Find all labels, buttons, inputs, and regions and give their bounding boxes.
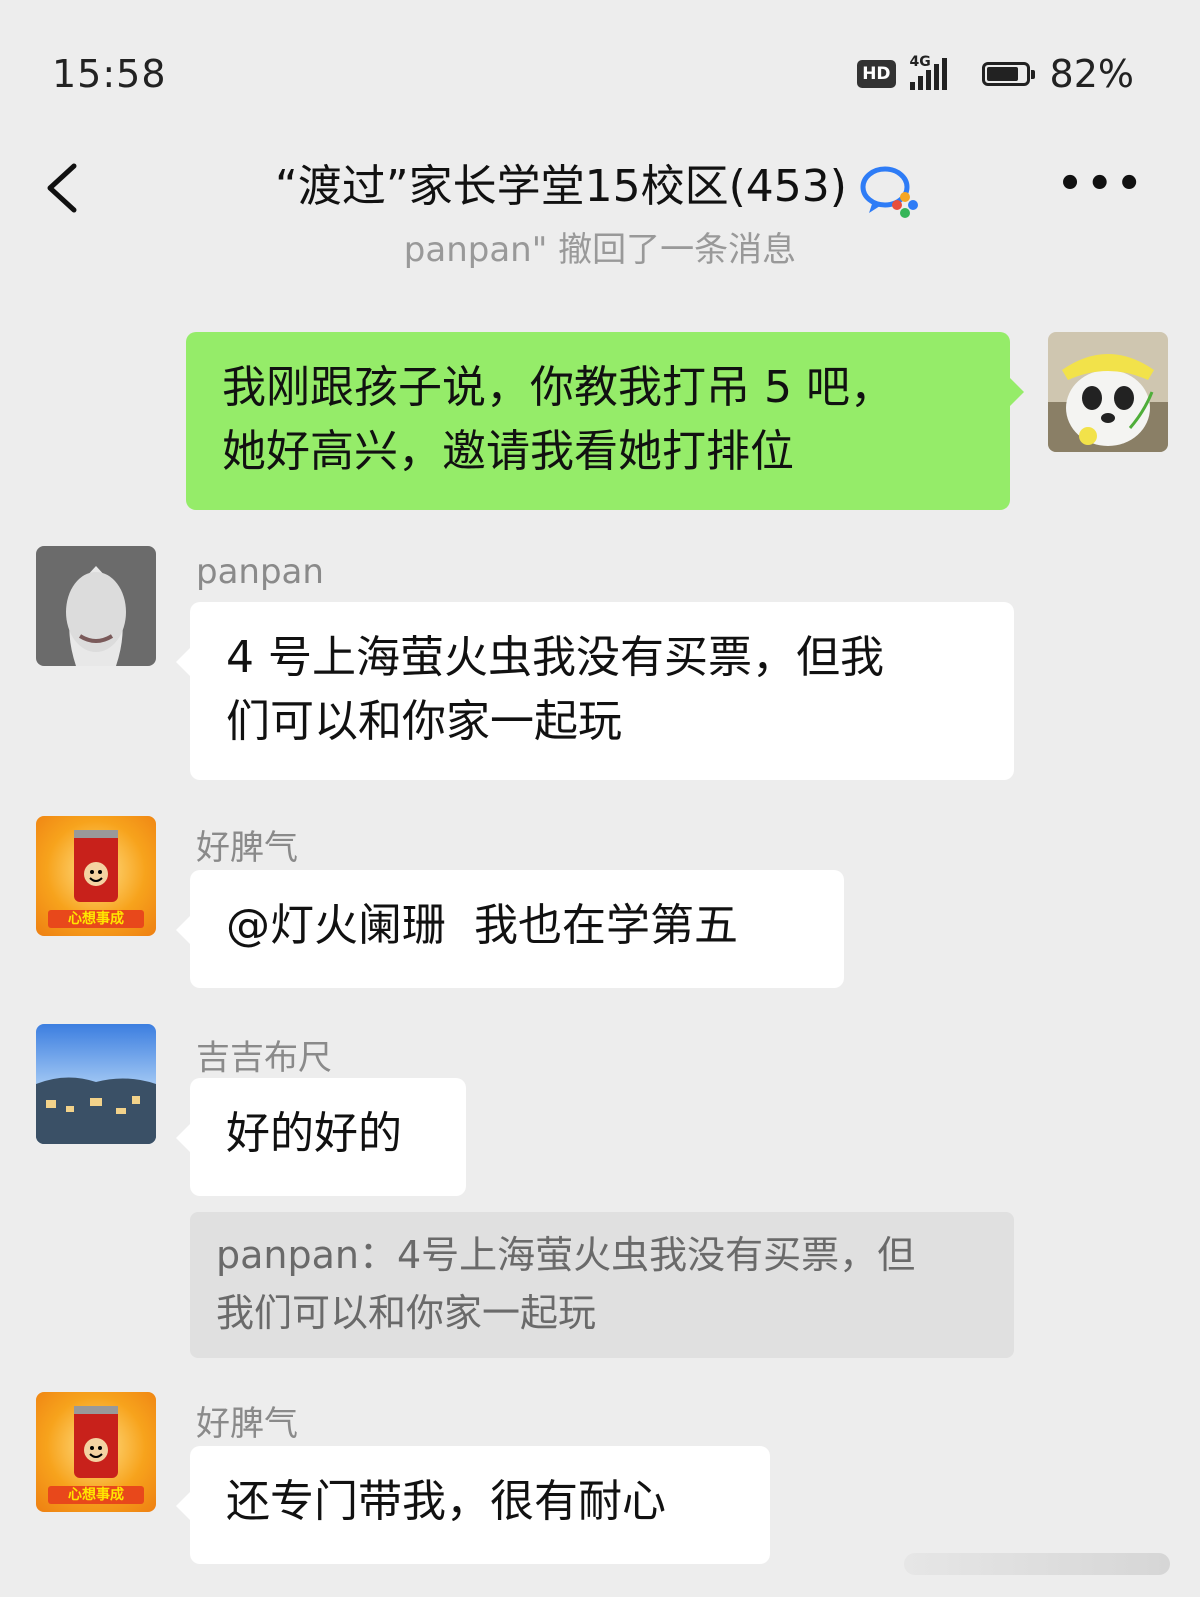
quoted-message[interactable]: panpan：4号上海萤火虫我没有买票，但 我们可以和你家一起玩 <box>190 1212 1014 1358</box>
message-line: 4 号上海萤火虫我没有买票，但我 <box>226 632 884 683</box>
sender-name: 吉吉布尺 <box>196 1038 332 1078</box>
message-line: 好的好的 <box>226 1108 402 1159</box>
status-indicators: HD 4G 82% <box>857 52 1134 96</box>
jijibuchi-avatar[interactable] <box>36 1024 156 1144</box>
message-line: @灯火阑珊 我也在学第五 <box>226 900 738 951</box>
own-avatar[interactable] <box>1048 332 1168 452</box>
haopiqi-avatar[interactable]: 心想事成 <box>36 816 156 936</box>
panpan-avatar[interactable] <box>36 546 156 666</box>
more-options-icon[interactable]: ••• <box>1057 164 1146 204</box>
chat-header: “渡过”家长学堂15校区(453) ••• <box>0 140 1200 230</box>
message-bubble[interactable]: @灯火阑珊 我也在学第五 <box>176 870 844 988</box>
avatar-caption: 心想事成 <box>68 1487 124 1503</box>
system-message: panpan" 撤回了一条消息 <box>0 232 1200 276</box>
sender-name: panpan <box>196 552 324 592</box>
group-name: “渡过”家长学堂15校区(453) <box>275 161 847 212</box>
message-bubble-own[interactable]: 我刚跟孩子说，你教我打吊 5 吧， 她好高兴，邀请我看她打排位 <box>186 332 1024 510</box>
status-bar: 15:58 HD 4G 82% <box>0 0 1200 140</box>
message-bubble[interactable]: 好的好的 <box>176 1078 466 1196</box>
quote-line: panpan：4号上海萤火虫我没有买票，但 <box>216 1233 916 1277</box>
haopiqi-avatar[interactable]: 心想事成 <box>36 1392 156 1512</box>
recall-notice: panpan" 撤回了一条消息 <box>403 232 797 270</box>
message-line: 还专门带我，很有耐心 <box>226 1476 666 1527</box>
message-line: 她好高兴，邀请我看她打排位 <box>222 426 794 477</box>
battery-icon <box>981 62 1035 86</box>
quote-line: 我们可以和你家一起玩 <box>216 1291 597 1335</box>
status-time: 15:58 <box>52 52 167 96</box>
sender-name: 好脾气 <box>196 828 298 868</box>
chat-title: “渡过”家长学堂15校区(453) <box>0 150 1200 219</box>
message-line: 我刚跟孩子说，你教我打吊 5 吧， <box>222 362 894 413</box>
signal-icon: 4G <box>909 54 968 94</box>
wecom-icon <box>860 166 918 218</box>
message-line: 们可以和你家一起玩 <box>226 696 622 747</box>
message-bubble[interactable]: 还专门带我，很有耐心 <box>176 1446 770 1564</box>
sender-name: 好脾气 <box>196 1404 298 1444</box>
avatar-caption: 心想事成 <box>68 911 124 927</box>
hd-icon: HD <box>857 60 896 88</box>
battery-percent: 82% <box>1049 52 1134 96</box>
message-bubble[interactable]: 4 号上海萤火虫我没有买票，但我 们可以和你家一起玩 <box>176 602 1014 780</box>
scroll-indicator <box>904 1553 1170 1575</box>
